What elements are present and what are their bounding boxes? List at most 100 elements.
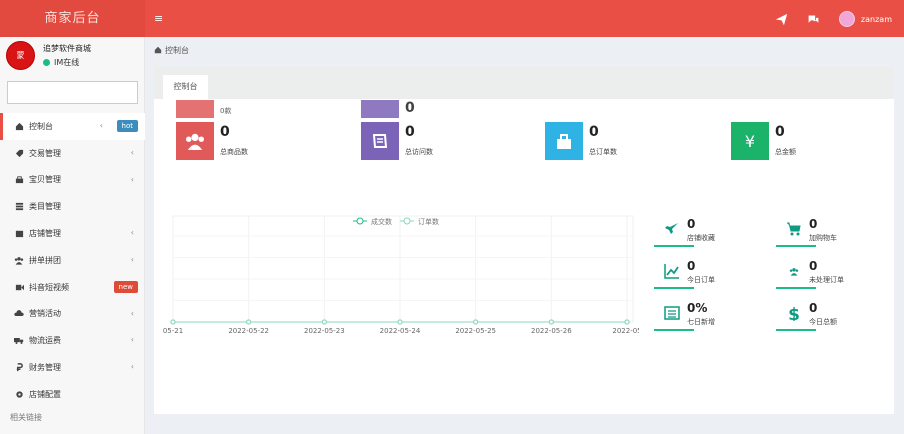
sidebar-item-label: 交易管理 (29, 148, 61, 158)
chevron-left-icon: ‹ (130, 174, 134, 184)
truck-icon (14, 336, 24, 346)
shop-avatar: 蒙 (6, 41, 35, 70)
legend-label: 订单数 (418, 217, 439, 226)
sidebar-search-input[interactable] (7, 81, 138, 104)
dollar-icon: $ (784, 303, 804, 323)
status-text: IM在线 (54, 58, 80, 67)
x-tick-label: 2022-05 (612, 327, 639, 335)
trend-chart: 05-21 2022-05-22 2022-05-23 2022-05-24 2022-… (163, 214, 642, 344)
list-box-icon (662, 303, 682, 323)
mini-stat-value: 0% (687, 301, 708, 315)
x-tick-label: 2022-05-24 (380, 327, 421, 335)
store-icon (14, 229, 24, 239)
x-tick-label: 05-21 (163, 327, 183, 335)
x-tick-label: 2022-05-23 (304, 327, 345, 335)
chat-icon[interactable] (807, 12, 821, 26)
stat-card-0: 0 总商品数 (176, 122, 356, 160)
data-point (246, 319, 252, 325)
svg-text:$: $ (788, 305, 800, 321)
mini-stat-value: 0 (809, 301, 818, 315)
cart-icon (784, 219, 804, 239)
money-icon (14, 363, 24, 373)
header-actions: zanzam (775, 8, 892, 30)
home-icon (14, 121, 24, 131)
mini-stat-label: 今日订单 (687, 276, 715, 284)
shop-profile: 蒙 追梦软件商城 IM在线 (6, 41, 141, 77)
send-icon[interactable] (775, 12, 789, 26)
cloud-icon (14, 309, 24, 319)
mini-stat-0: 0 店铺收藏 (654, 215, 740, 253)
x-tick-label: 2022-05-25 (455, 327, 496, 335)
stat-value: 0 (220, 124, 230, 140)
chart-icon (662, 261, 682, 281)
mini-stat-underline (776, 287, 816, 289)
mini-stat-5: $0 今日总额 (776, 299, 862, 337)
data-point (473, 319, 479, 325)
mini-stat-value: 0 (809, 217, 818, 231)
x-tick-label: 2022-05-26 (531, 327, 572, 335)
list-icon (14, 202, 24, 212)
stat-value: 0 (405, 124, 415, 140)
sidebar-item-10[interactable]: 店铺配置 (0, 381, 145, 408)
yen-icon: ¥ (731, 122, 769, 160)
sidebar-item-6[interactable]: 抖音短视频 new (0, 274, 145, 301)
mini-stat-underline (776, 329, 816, 331)
sidebar-item-1[interactable]: 交易管理 ‹ (0, 140, 145, 167)
stat-card-2: 0 总订单数 (545, 122, 725, 160)
mini-stat-underline (654, 287, 694, 289)
top-header: 商家后台 ≡ zanzam (0, 0, 904, 37)
sidebar-item-label: 控制台 (29, 121, 53, 131)
sidebar-item-label: 类目管理 (29, 202, 61, 212)
chevron-left-icon: ‹ (130, 308, 134, 318)
users-icon (176, 100, 214, 118)
home-icon (154, 46, 162, 56)
chevron-left-icon: ‹ (130, 228, 134, 238)
mini-stat-label: 加购物车 (809, 234, 837, 242)
chevron-left-icon: ‹ (130, 254, 134, 264)
sidebar-item-label: 拼单拼团 (29, 255, 61, 265)
sidebar-item-8[interactable]: 物流运费 ‹ (0, 327, 145, 354)
tab-dashboard[interactable]: 控制台 (163, 75, 208, 99)
breadcrumb-current[interactable]: 控制台 (165, 45, 189, 56)
main-content: 控制台 控制台 0款 0 0 总商品数 0 总访问数 0 总订单数 ¥0 总金额 05-21 2… (145, 37, 904, 434)
sidebar-item-4[interactable]: 店铺管理 ‹ (0, 220, 145, 247)
sidebar-item-label: 店铺配置 (29, 389, 61, 399)
gear-icon (14, 389, 24, 399)
chevron-left-icon: ‹ (130, 147, 134, 157)
mini-stat-underline (654, 245, 694, 247)
status-dot-icon (43, 59, 50, 66)
book-icon (361, 100, 399, 118)
username: zanzam (860, 14, 892, 24)
x-tick-label: 2022-05-22 (228, 327, 269, 335)
sidebar-item-5[interactable]: 拼单拼团 ‹ (0, 247, 145, 274)
brand-title[interactable]: 商家后台 (0, 0, 145, 37)
stat-card-1: 0 总访问数 (361, 122, 541, 160)
bag-icon (14, 175, 24, 185)
sidebar-item-7[interactable]: 营销活动 ‹ (0, 301, 145, 328)
mini-stat-1: 0 加购物车 (776, 215, 862, 253)
ghost-stat-label: 0款 (220, 107, 232, 115)
panel-header: 控制台 (154, 67, 894, 99)
sidebar-item-label: 店铺管理 (29, 229, 61, 239)
mini-stat-label: 店铺收藏 (687, 234, 715, 242)
stat-value: 0 (589, 124, 599, 140)
shop-name: 追梦软件商城 (43, 44, 91, 53)
sidebar-item-2[interactable]: 宝贝管理 ‹ (0, 167, 145, 194)
breadcrumb: 控制台 (154, 45, 189, 56)
stat-card-3: ¥0 总金额 (731, 122, 904, 160)
avatar (838, 11, 855, 27)
menu-toggle-icon[interactable]: ≡ (154, 12, 163, 25)
data-point (624, 319, 630, 325)
sidebar-item-9[interactable]: 财务管理 ‹ (0, 354, 145, 381)
ghost-stat-value: 0 (405, 100, 415, 116)
sidebar-item-3[interactable]: 类目管理 (0, 193, 145, 220)
stat-label: 总金额 (775, 148, 796, 156)
chart-frame (172, 215, 634, 323)
sidebar-item-0[interactable]: 控制台 hot ‹ (0, 113, 145, 140)
users-icon (14, 255, 24, 265)
user-menu[interactable]: zanzam (838, 11, 892, 27)
dashboard-panel: 控制台 0款 0 0 总商品数 0 总访问数 0 总订单数 ¥0 总金额 05-21 2022-… (154, 67, 894, 414)
sidebar: 蒙 追梦软件商城 IM在线 控制台 hot ‹ 交易管理 ‹ 宝贝管理 ‹ 类目管理 店铺管理 ‹… (0, 37, 145, 434)
mini-stat-label: 七日新增 (687, 318, 715, 326)
book-icon (361, 122, 399, 160)
